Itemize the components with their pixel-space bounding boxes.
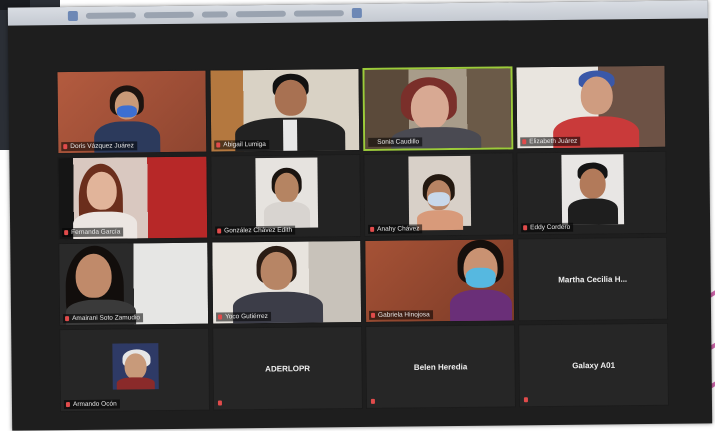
participant-tile-active-speaker[interactable]: Sonia Caudillo (362, 66, 514, 151)
muted-mic-icon (523, 397, 528, 403)
muted-mic-icon (217, 400, 222, 406)
window-control-icon[interactable] (351, 7, 362, 19)
app-icon (67, 10, 78, 22)
participant-name-display: Belen Heredia (413, 361, 468, 372)
participant-tile[interactable]: Anahy Chávez (363, 152, 515, 237)
participant-tile-no-video[interactable]: Armando Ocón (59, 327, 211, 413)
participant-tile[interactable]: Abigail Lumiga (209, 67, 361, 153)
avatar (112, 343, 159, 390)
muted-mic-icon (65, 316, 70, 322)
video-feed (210, 69, 360, 153)
title-bar-tab[interactable] (293, 10, 344, 17)
participant-name: Yoco Gutiérrez (216, 311, 271, 322)
participant-name: Doris Vázquez Juárez (61, 141, 137, 152)
gallery-view-grid: Doris Vázquez Juárez Abigail Lumiga Soni… (56, 64, 670, 413)
muted-mic-icon (64, 230, 69, 236)
participant-name: Eddy Cordero (521, 222, 574, 233)
muted-mic-icon (217, 228, 222, 234)
participant-name: Elizabeth Juárez (520, 136, 581, 147)
participant-tile-no-video[interactable]: Martha Cecilia H... (517, 236, 669, 322)
video-feed (365, 239, 515, 323)
muted-mic-icon (216, 142, 221, 148)
video-feed (58, 156, 208, 241)
zoom-meeting-window: Doris Vázquez Juárez Abigail Lumiga Soni… (7, 0, 713, 431)
participant-tile[interactable]: Amairani Soto Zamudio (58, 241, 210, 327)
participant-name: Fernanda García (62, 227, 124, 238)
title-bar-tab[interactable] (85, 12, 136, 19)
video-feed (517, 151, 667, 235)
participant-name-display: Martha Cecilia H... (558, 274, 628, 284)
participant-name-display: Galaxy A01 (572, 360, 616, 370)
title-bar-tab[interactable] (201, 11, 228, 18)
participant-tile[interactable]: Fernanda García (57, 155, 209, 241)
participant-name: Amairani Soto Zamudio (63, 313, 144, 324)
participant-tile[interactable]: Elizabeth Juárez (515, 64, 667, 150)
participant-tile-no-video[interactable]: ADERLOPR (212, 325, 364, 411)
participant-tile[interactable]: Gabriela Hinojosa (364, 238, 516, 323)
video-feed (212, 240, 362, 325)
video-feed (516, 65, 666, 150)
video-feed (364, 153, 514, 236)
participant-name: Gabriela Hinojosa (368, 310, 433, 320)
muted-mic-icon (218, 314, 223, 320)
muted-mic-icon (370, 226, 375, 232)
participant-name: Armando Ocón (63, 399, 120, 410)
participant-name: González Chávez Edith (215, 225, 296, 236)
participant-tile-no-video[interactable]: Galaxy A01 (518, 322, 670, 408)
title-bar-tab[interactable] (235, 10, 286, 18)
participant-tile-no-video[interactable]: Belen Heredia (365, 324, 517, 409)
muted-mic-icon (371, 312, 376, 318)
participant-tile[interactable]: Eddy Cordero (516, 150, 668, 236)
participant-tile[interactable]: Doris Vázquez Juárez (56, 69, 208, 155)
muted-mic-icon (523, 225, 528, 231)
muted-mic-icon (65, 402, 70, 408)
muted-mic-icon (522, 139, 527, 145)
participant-name: Sonia Caudillo (368, 137, 423, 147)
window-title-bar (7, 0, 708, 26)
participant-tile[interactable]: González Chávez Edith (210, 153, 362, 239)
participant-tile[interactable]: Yoco Gutiérrez (211, 239, 363, 325)
title-bar-tab[interactable] (143, 11, 194, 19)
muted-mic-icon (63, 144, 68, 150)
participant-name: Anahy Chávez (368, 224, 423, 234)
participant-name: Abigail Lumiga (214, 139, 269, 150)
muted-mic-icon (370, 398, 375, 404)
participant-name-display: ADERLOPR (265, 363, 311, 374)
